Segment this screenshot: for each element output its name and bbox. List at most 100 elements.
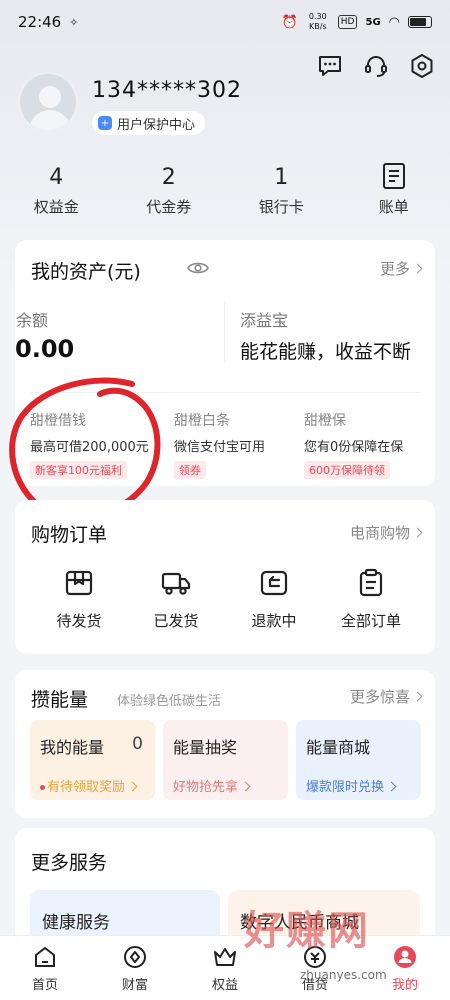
stat-rights-gold[interactable]: 4 权益金 xyxy=(0,162,113,217)
divider xyxy=(224,302,225,362)
bottom-tab-bar: 首页 财富 权益 借贷 我的 xyxy=(0,935,450,1000)
status-bar: 22:46 ✧ ⏰ 0.30 KB/s HD 5G ◠ xyxy=(0,0,450,44)
shield-icon: + xyxy=(98,116,112,130)
home-icon xyxy=(32,944,58,970)
product-name: 甜橙借钱 xyxy=(30,413,86,429)
order-refunding[interactable]: 退款中 xyxy=(224,568,324,631)
energy-tile-mall[interactable]: 能量商城 爆款限时兑换 xyxy=(296,720,421,800)
orders-more-label: 电商购物 xyxy=(349,524,410,542)
tab-label: 财富 xyxy=(121,978,148,993)
tile-title-text: 我的能量 xyxy=(40,738,105,757)
avatar[interactable] xyxy=(18,72,78,132)
services-title: 更多服务 xyxy=(31,852,108,874)
order-list-icon xyxy=(356,568,386,598)
product-credit[interactable]: 甜橙白条 微信支付宝可用 领券 xyxy=(174,410,265,479)
product-desc: 您有0份保障在保 xyxy=(304,440,404,455)
chevron-right-icon xyxy=(386,781,397,792)
chevron-right-icon xyxy=(412,691,423,702)
product-tag: 新客享100元福利 xyxy=(30,461,127,479)
tile-sub: 有待领取奖励 xyxy=(40,776,145,795)
energy-value: 0 xyxy=(132,734,143,754)
tab-home[interactable]: 首页 xyxy=(0,936,90,1000)
signal-label: 5G xyxy=(365,16,381,28)
chevron-right-icon xyxy=(412,263,423,274)
product-tag: 600万保障待领 xyxy=(304,461,390,479)
order-shipped[interactable]: 已发货 xyxy=(126,568,226,631)
tab-rights[interactable]: 权益 xyxy=(180,936,270,1000)
product-desc: 微信支付宝可用 xyxy=(174,440,266,455)
product-tag: 领券 xyxy=(174,461,206,479)
tab-label: 首页 xyxy=(31,978,58,993)
order-label: 已发货 xyxy=(153,612,199,630)
tab-label: 我的 xyxy=(391,978,418,993)
tianyibao-desc[interactable]: 能花能赚，收益不断 xyxy=(240,337,411,364)
tile-sub-text: 有待领取奖励 xyxy=(47,780,126,795)
tab-loans[interactable]: 借贷 xyxy=(270,936,360,1000)
energy-title: 攒能量 xyxy=(31,689,89,711)
tab-wealth[interactable]: 财富 xyxy=(90,936,180,1000)
crown-icon xyxy=(212,944,238,970)
tianyibao-label: 添益宝 xyxy=(240,311,289,330)
tile-sub: 爆款限时兑换 xyxy=(306,776,411,795)
refund-icon xyxy=(259,568,289,598)
chevron-right-icon xyxy=(240,781,251,792)
product-insurance[interactable]: 甜橙保 您有0份保障在保 600万保障待领 xyxy=(304,410,403,479)
hd-badge: HD xyxy=(337,15,358,29)
avatar-head xyxy=(39,86,61,108)
energy-tile-my-energy[interactable]: 我的能量 0 有待领取奖励 xyxy=(30,720,155,800)
status-time: 22:46 xyxy=(18,13,62,31)
bill-icon xyxy=(338,162,450,194)
truck-icon xyxy=(161,568,191,598)
red-dot-icon xyxy=(40,785,45,790)
orders-title: 购物订单 xyxy=(31,524,108,546)
tile-sub-text: 好物抢先拿 xyxy=(173,780,239,795)
tile-sub: 好物抢先拿 xyxy=(173,776,278,795)
wifi-icon: ◠ xyxy=(388,14,400,30)
wealth-icon xyxy=(122,944,148,970)
product-desc: 最高可借200,000元 xyxy=(30,440,149,455)
header-actions xyxy=(316,52,436,80)
balance-label: 余额 xyxy=(16,311,49,330)
product-name: 甜橙白条 xyxy=(174,413,230,429)
orders-more-link[interactable]: 电商购物 xyxy=(349,522,423,543)
loan-icon xyxy=(302,944,328,970)
customer-service-icon[interactable] xyxy=(362,52,390,80)
stat-value: 1 xyxy=(274,165,289,190)
battery-icon xyxy=(408,16,432,28)
energy-more-link[interactable]: 更多惊喜 xyxy=(349,686,423,707)
energy-more-label: 更多惊喜 xyxy=(349,688,410,706)
tile-title: 我的能量 0 xyxy=(40,734,145,758)
message-icon[interactable] xyxy=(316,52,344,80)
stat-bill[interactable]: 账单 xyxy=(338,162,450,217)
user-phone: 134*****302 xyxy=(92,78,242,103)
divider xyxy=(30,392,420,393)
stat-label: 权益金 xyxy=(33,198,79,216)
tab-label: 权益 xyxy=(211,978,238,993)
assets-more-link[interactable]: 更多 xyxy=(380,258,423,279)
user-protection-button[interactable]: + 用户保护中心 xyxy=(92,111,206,135)
energy-subtitle: 体验绿色低碳生活 xyxy=(117,694,222,709)
order-pending-shipment[interactable]: 待发货 xyxy=(29,568,129,631)
order-label: 待发货 xyxy=(56,612,102,630)
settings-icon[interactable] xyxy=(408,52,436,80)
tab-label: 借贷 xyxy=(301,978,328,993)
product-loan[interactable]: 甜橙借钱 最高可借200,000元 新客享100元福利 xyxy=(30,410,149,479)
tile-sub-text: 爆款限时兑换 xyxy=(306,780,385,795)
order-all[interactable]: 全部订单 xyxy=(321,568,421,631)
stat-bank-cards[interactable]: 1 银行卡 xyxy=(225,162,338,217)
tab-mine[interactable]: 我的 xyxy=(360,936,450,1000)
net-speed: 0.30 KB/s xyxy=(308,12,327,31)
user-icon xyxy=(392,944,418,970)
avatar-body xyxy=(29,110,71,130)
stat-label: 代金券 xyxy=(146,198,192,216)
energy-tile-lottery[interactable]: 能量抽奖 好物抢先拿 xyxy=(163,720,288,800)
chevron-right-icon xyxy=(127,781,138,792)
stat-vouchers[interactable]: 2 代金券 xyxy=(113,162,226,217)
protection-label: 用户保护中心 xyxy=(117,117,196,133)
order-label: 退款中 xyxy=(251,612,297,630)
product-name: 甜橙保 xyxy=(304,413,346,429)
stat-label: 账单 xyxy=(378,198,409,216)
notification-icon: ✧ xyxy=(69,15,79,29)
balance-value[interactable]: 0.00 xyxy=(15,335,74,363)
eye-icon[interactable] xyxy=(187,260,209,280)
